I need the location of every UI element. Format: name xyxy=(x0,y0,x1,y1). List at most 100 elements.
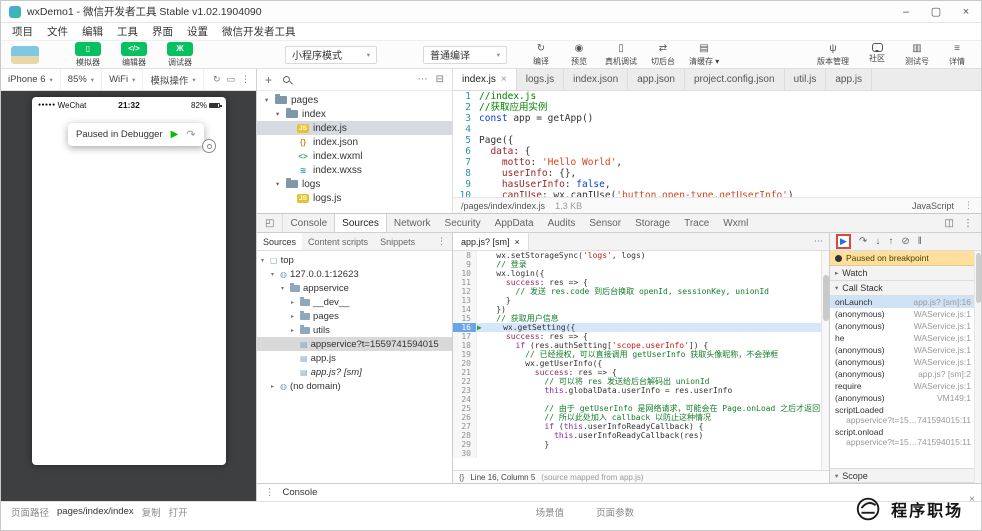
more-icon[interactable]: ⋮ xyxy=(241,74,250,85)
folder-logs[interactable]: ▾ logs xyxy=(257,177,452,191)
editor-tab-app.js[interactable]: app.js xyxy=(826,69,873,90)
call-stack-frame[interactable]: (anonymous) WAService.js:1 xyxy=(830,356,981,368)
device-bar-85%[interactable]: 85% ▾ xyxy=(61,69,103,90)
scrollbar[interactable] xyxy=(821,251,829,470)
sources-tree-item[interactable]: ▸ __dev__ xyxy=(257,295,452,309)
line-number[interactable]: 28 xyxy=(453,431,477,440)
line-number[interactable]: 12 xyxy=(453,287,477,296)
call-stack-frame[interactable]: he WAService.js:1 xyxy=(830,332,981,344)
line-number[interactable]: 24 xyxy=(453,395,477,404)
call-stack-frame[interactable]: (anonymous) WAService.js:1 xyxy=(830,308,981,320)
devtools-tab-security[interactable]: Security xyxy=(438,214,488,232)
call-stack-frame[interactable]: (anonymous) app.js? [sm]:2 xyxy=(830,368,981,380)
menu-item-界面[interactable]: 界面 xyxy=(145,24,180,39)
mode-button-调试器[interactable]: Ж 调试器 xyxy=(163,41,197,68)
call-stack-frame[interactable]: script.onload appservice?t=15…741594015:1… xyxy=(830,426,981,448)
scrollbar-thumb[interactable] xyxy=(976,253,981,303)
line-number[interactable]: 23 xyxy=(453,386,477,395)
inspect-element-icon[interactable]: ◰ xyxy=(257,214,284,232)
devtools-tab-wxml[interactable]: Wxml xyxy=(716,214,755,232)
deactivate-breakpoints-icon[interactable]: ⊘ xyxy=(901,236,909,248)
resume-icon[interactable]: ▶ xyxy=(836,234,851,249)
call-stack-frame[interactable]: require WAService.js:1 xyxy=(830,380,981,392)
sources-tree-item[interactable]: ▾ ▢ top xyxy=(257,253,452,267)
editor-overflow-icon[interactable]: ⋯ xyxy=(814,236,829,247)
action-社区[interactable]: 社区 xyxy=(865,42,889,67)
menu-item-工具[interactable]: 工具 xyxy=(110,24,145,39)
line-number[interactable]: 17 xyxy=(453,332,477,341)
devtools-tab-sensor[interactable]: Sensor xyxy=(582,214,628,232)
editor-tab-logs.js[interactable]: logs.js xyxy=(517,69,565,90)
line-number[interactable]: 20 xyxy=(453,359,477,368)
action-版本管理[interactable]: ψ 版本管理 xyxy=(817,43,849,67)
call-stack-frame[interactable]: (anonymous) WAService.js:1 xyxy=(830,344,981,356)
scene-value-button[interactable]: 场景值 xyxy=(536,505,565,519)
user-avatar[interactable] xyxy=(11,45,39,64)
folder-index[interactable]: ▾ index xyxy=(257,107,452,121)
call-stack-section-header[interactable]: ▾ Call Stack xyxy=(830,281,981,296)
device-bar-模拟操作[interactable]: 模拟操作 ▾ xyxy=(143,69,204,90)
file-index.json[interactable]: {} index.json xyxy=(257,135,452,149)
expand-arrow-icon[interactable]: ▾ xyxy=(271,271,280,278)
devtools-tab-console[interactable]: Console xyxy=(283,214,334,232)
line-number[interactable]: 22 xyxy=(453,377,477,386)
editor-tab-util.js[interactable]: util.js xyxy=(785,69,827,90)
expand-arrow-icon[interactable]: ▾ xyxy=(281,285,290,292)
copy-button[interactable]: 复制 xyxy=(142,505,161,519)
devtools-tab-sources[interactable]: Sources xyxy=(334,214,387,232)
expand-arrow-icon[interactable]: ▸ xyxy=(271,383,280,390)
step-over-icon[interactable]: ↷ xyxy=(859,236,867,248)
sources-tab-content-scripts[interactable]: Content scripts xyxy=(302,233,374,250)
expand-arrow-icon[interactable]: ▾ xyxy=(276,110,286,118)
devtools-tab-network[interactable]: Network xyxy=(387,214,438,232)
line-number[interactable]: 9 xyxy=(453,260,477,269)
line-number[interactable]: 19 xyxy=(453,350,477,359)
action-测试号[interactable]: ▥ 测试号 xyxy=(905,43,929,67)
mode-select[interactable]: 小程序模式 ▾ xyxy=(285,45,377,64)
sources-tree-item[interactable]: ▸ ◍ (no domain) xyxy=(257,379,452,393)
scrollbar-thumb[interactable] xyxy=(823,275,829,321)
devtools-tab-trace[interactable]: Trace xyxy=(677,214,716,232)
rotate-icon[interactable]: ↻ xyxy=(213,74,221,85)
expand-arrow-icon[interactable]: ▸ xyxy=(291,313,300,320)
action-清缓存[interactable]: ▤ 清缓存 ▾ xyxy=(689,43,719,67)
file-index.js[interactable]: JS index.js xyxy=(257,121,452,135)
call-stack-frame[interactable]: (anonymous) WAService.js:1 xyxy=(830,320,981,332)
line-number[interactable]: 21 xyxy=(453,368,477,377)
file-index.wxml[interactable]: <> index.wxml xyxy=(257,149,452,163)
open-button[interactable]: 打开 xyxy=(169,505,188,519)
menu-item-编辑[interactable]: 编辑 xyxy=(75,24,110,39)
line-number[interactable]: 8 xyxy=(453,251,477,260)
tooltip-step-over-icon[interactable]: ↷ xyxy=(186,128,195,141)
sources-tab-sources[interactable]: Sources xyxy=(257,233,303,250)
devtools-tab-audits[interactable]: Audits xyxy=(541,214,583,232)
expand-arrow-icon[interactable]: ▾ xyxy=(261,257,270,264)
sources-tree-item[interactable]: ▾ appservice xyxy=(257,281,452,295)
editor-code-area[interactable]: 1 //index.js 2 //获取应用实例 3 const app = getApp(… xyxy=(453,91,981,197)
line-number[interactable]: 18 xyxy=(453,341,477,350)
line-number[interactable]: 27 xyxy=(453,422,477,431)
maximize-button[interactable]: ▢ xyxy=(921,1,951,22)
call-stack-frame[interactable]: scriptLoaded appservice?t=15…741594015:11 xyxy=(830,404,981,426)
editor-tab-project.config.json[interactable]: project.config.json xyxy=(685,69,785,90)
menu-item-设置[interactable]: 设置 xyxy=(180,24,215,39)
sources-tree-item[interactable]: ▸ utils xyxy=(257,323,452,337)
devtools-tab-storage[interactable]: Storage xyxy=(628,214,677,232)
folder-pages[interactable]: ▾ pages xyxy=(257,93,452,107)
file-logs.js[interactable]: JS logs.js xyxy=(257,191,452,205)
sources-tree-item[interactable]: ▤ app.js xyxy=(257,351,452,365)
minimize-button[interactable]: – xyxy=(891,1,921,22)
sources-tree-item[interactable]: ▤ app.js? [sm] xyxy=(257,365,452,379)
line-number[interactable]: 25 xyxy=(453,404,477,413)
file-index.wxss[interactable]: ≋ index.wxss xyxy=(257,163,452,177)
menu-item-文件[interactable]: 文件 xyxy=(40,24,75,39)
sources-tree-item[interactable]: ▸ pages xyxy=(257,309,452,323)
menu-item-项目[interactable]: 项目 xyxy=(5,24,40,39)
editor-tab-index.json[interactable]: index.json xyxy=(564,69,629,90)
devtools-menu-icon[interactable]: ⋮ xyxy=(963,218,973,229)
device-bar-iPhone 6[interactable]: iPhone 6 ▾ xyxy=(1,69,61,90)
editor-tab-index.js[interactable]: index.js × xyxy=(453,69,517,90)
close-button[interactable]: × xyxy=(951,1,981,22)
console-drawer-tab[interactable]: Console xyxy=(283,487,318,498)
action-真机调试[interactable]: ▯ 真机调试 xyxy=(605,43,637,67)
